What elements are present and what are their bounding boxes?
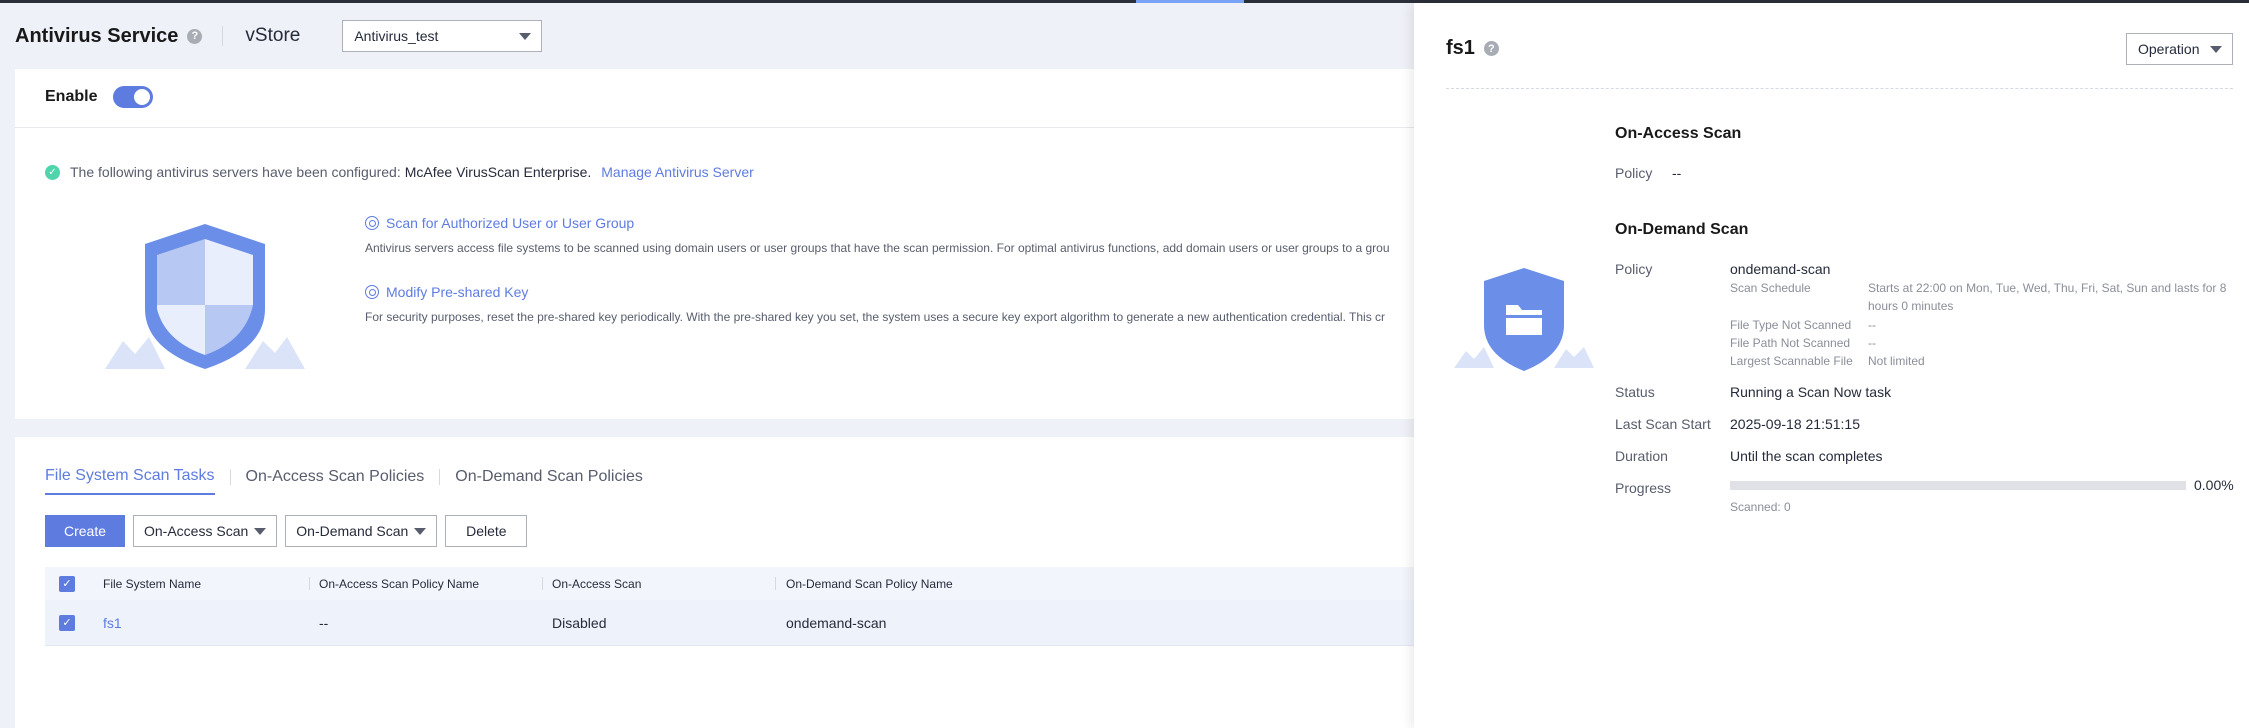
feature-description: For security purposes, reset the pre-sha… [365,310,1386,324]
tab-file-system-scan-tasks[interactable]: File System Scan Tasks [45,467,215,495]
vstore-select-value: Antivirus_test [354,28,439,44]
tab-separator [229,469,231,485]
on-access-scan-cell: Disabled [552,614,607,631]
dropdown-label: On-Demand Scan [296,523,409,539]
on-demand-policy-cell: ondemand-scan [786,614,887,631]
file-path-label: File Path Not Scanned [1730,336,1851,350]
column-divider [775,577,776,590]
duration-value: Until the scan completes [1730,448,1883,464]
scanned-count: Scanned: 0 [1730,500,1791,514]
page-title: Antivirus Service [15,24,179,47]
column-header: On-Demand Scan Policy Name [786,576,953,591]
folder-shield-illustration [1454,268,1594,371]
vstore-select[interactable]: Antivirus_test [342,20,543,52]
column-header: On-Access Scan [552,576,642,591]
drawer-title: fs1 [1446,37,1475,59]
file-type-label: File Type Not Scanned [1730,318,1852,332]
table-header: ✓ File System Name On-Access Scan Policy… [45,567,1415,600]
tab-bar: File System Scan Tasks On-Access Scan Po… [45,467,643,495]
chevron-down-icon [2210,46,2222,53]
duration-label: Duration [1615,448,1668,464]
server-name: McAfee VirusScan Enterprise. [404,164,592,180]
manage-antivirus-server-link[interactable]: Manage Antivirus Server [601,164,754,180]
feature-title[interactable]: Scan for Authorized User or User Group [365,215,1415,231]
progress-bar [1730,481,2186,490]
shield-illustration [105,224,305,369]
feature-title[interactable]: Modify Pre-shared Key [365,284,1415,300]
scan-schedule-label: Scan Schedule [1730,281,1811,295]
scan-schedule-value: Starts at 22:00 on Mon, Tue, Wed, Thu, F… [1868,281,2227,313]
progress-percent: 0.00% [2194,477,2234,493]
last-scan-start-label: Last Scan Start [1615,416,1711,432]
on-access-scan-title: On-Access Scan [1615,125,1742,142]
antivirus-settings-card: Enable ✓ The following antivirus servers… [15,69,1415,419]
create-button[interactable]: Create [45,515,125,547]
on-demand-scan-title: On-Demand Scan [1615,221,1749,238]
largest-file-label: Largest Scannable File [1730,354,1853,368]
last-scan-start-value: 2025-09-18 21:51:15 [1730,416,1860,432]
help-icon[interactable]: ? [187,28,203,44]
toolbar: Create On-Access Scan On-Demand Scan Del… [45,515,528,547]
enable-label: Enable [45,88,98,105]
status-value: Running a Scan Now task [1730,384,1892,400]
select-all-checkbox[interactable]: ✓ [59,575,75,592]
dropdown-label: On-Access Scan [144,523,249,539]
chevron-down-icon [414,528,427,535]
header-divider [222,26,224,46]
target-icon [365,216,379,230]
largest-file-value: Not limited [1868,354,1925,368]
chevron-down-icon [254,528,267,535]
policy-label: Policy [1615,165,1653,181]
drawer-divider [1446,88,2233,89]
column-header: File System Name [103,576,202,591]
column-divider [542,577,543,590]
on-access-policy-cell: -- [319,614,329,631]
toggle-knob [134,89,151,105]
vstore-label: vStore [245,25,301,46]
on-demand-policy-value: ondemand-scan [1730,261,1831,277]
scan-tasks-card: File System Scan Tasks On-Access Scan Po… [15,437,1415,728]
target-icon [365,285,379,299]
operation-dropdown[interactable]: Operation [2126,33,2233,65]
tab-on-access-scan-policies[interactable]: On-Access Scan Policies [246,468,425,494]
notice-text: The following antivirus servers have bee… [70,164,401,180]
enable-row: Enable [45,86,154,108]
detail-drawer: fs1 ? Operation On-Access Scan Policy --… [1414,3,2249,728]
file-system-link[interactable]: fs1 [103,615,122,631]
feature-preshared-key: Modify Pre-shared Key For security purpo… [365,284,1415,324]
file-type-value: -- [1868,318,1876,332]
delete-button[interactable]: Delete [445,515,528,547]
on-demand-scan-dropdown[interactable]: On-Demand Scan [285,515,438,547]
scan-tasks-table: ✓ File System Name On-Access Scan Policy… [45,567,1415,646]
feature-title-text: Modify Pre-shared Key [386,284,529,300]
tab-on-demand-scan-policies[interactable]: On-Demand Scan Policies [455,468,643,494]
feature-authorized-user: Scan for Authorized User or User Group A… [365,215,1415,255]
file-path-value: -- [1868,336,1876,350]
page-header: Antivirus Service ? vStore Antivirus_tes… [0,3,1414,69]
column-divider [309,577,310,590]
policy-label: Policy [1615,261,1653,277]
on-access-scan-dropdown[interactable]: On-Access Scan [133,515,278,547]
configured-notice: ✓ The following antivirus servers have b… [45,164,754,180]
progress-label: Progress [1615,480,1672,496]
enable-toggle[interactable] [113,86,154,108]
help-icon[interactable]: ? [1483,41,1499,56]
operation-label: Operation [2138,41,2200,57]
row-checkbox[interactable]: ✓ [59,614,75,631]
table-row[interactable]: ✓ fs1 -- Disabled ondemand-scan [45,600,1415,646]
status-label: Status [1615,384,1655,400]
feature-title-text: Scan for Authorized User or User Group [386,215,635,231]
column-header: On-Access Scan Policy Name [319,576,480,591]
card-divider [15,127,1415,128]
tab-separator [439,469,441,485]
drawer-header: fs1 ? [1446,37,1499,60]
feature-description: Antivirus servers access file systems to… [365,241,1390,255]
check-circle-icon: ✓ [45,164,60,180]
chevron-down-icon [519,33,532,40]
on-access-policy-value: -- [1672,165,1682,181]
